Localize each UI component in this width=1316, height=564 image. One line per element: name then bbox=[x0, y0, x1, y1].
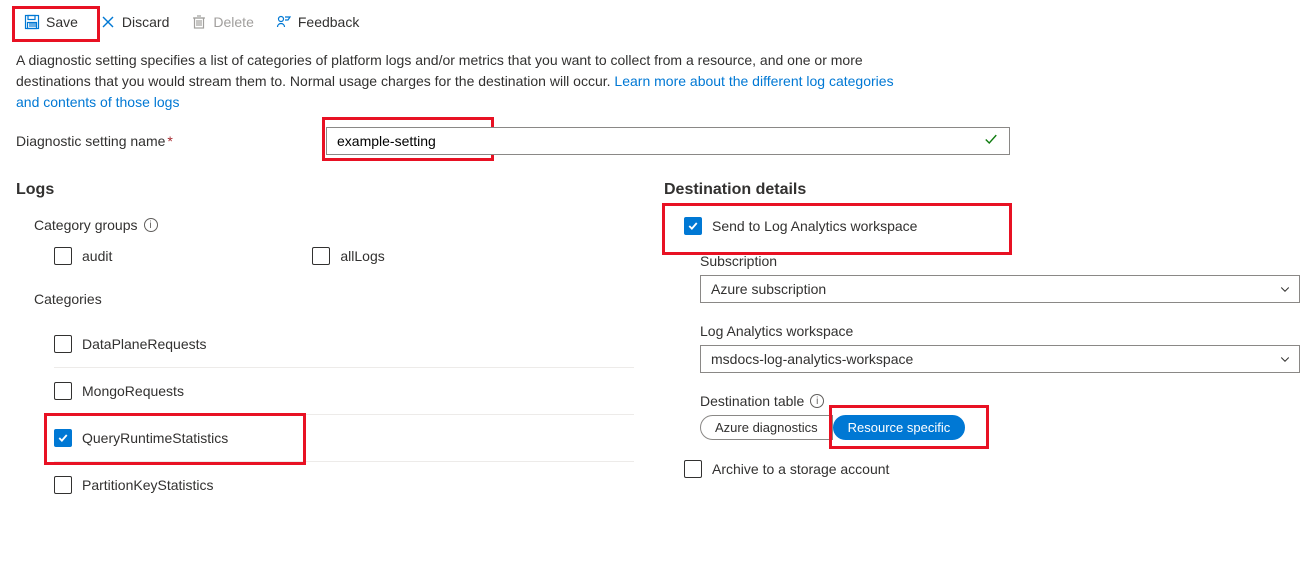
chevron-down-icon bbox=[1279, 283, 1291, 295]
alllogs-checkbox[interactable] bbox=[312, 247, 330, 265]
destination-table-label: Destination table i bbox=[700, 393, 1300, 409]
category-groups-label: Category groups i bbox=[34, 217, 634, 233]
audit-checkbox[interactable] bbox=[54, 247, 72, 265]
alllogs-label: allLogs bbox=[340, 248, 384, 264]
subscription-label: Subscription bbox=[700, 253, 1300, 269]
feedback-icon bbox=[276, 14, 292, 30]
destination-heading: Destination details bbox=[664, 181, 1300, 199]
info-icon[interactable]: i bbox=[810, 394, 824, 408]
dataplane-checkbox[interactable] bbox=[54, 335, 72, 353]
setting-name-input[interactable] bbox=[326, 127, 1010, 155]
discard-button[interactable]: Discard bbox=[92, 10, 177, 34]
partition-checkbox[interactable] bbox=[54, 476, 72, 494]
partition-label: PartitionKeyStatistics bbox=[82, 477, 214, 493]
delete-button: Delete bbox=[183, 10, 261, 34]
archive-checkbox[interactable] bbox=[684, 460, 702, 478]
azure-diagnostics-pill[interactable]: Azure diagnostics bbox=[700, 415, 833, 440]
send-log-analytics-label: Send to Log Analytics workspace bbox=[712, 218, 917, 234]
feedback-label: Feedback bbox=[298, 14, 359, 30]
trash-icon bbox=[191, 14, 207, 30]
workspace-select[interactable]: msdocs-log-analytics-workspace bbox=[700, 345, 1300, 373]
feedback-button[interactable]: Feedback bbox=[268, 10, 367, 34]
dataplane-label: DataPlaneRequests bbox=[82, 336, 207, 352]
valid-check-icon bbox=[984, 133, 998, 150]
workspace-label: Log Analytics workspace bbox=[700, 323, 1300, 339]
categories-label: Categories bbox=[34, 291, 634, 307]
mongo-label: MongoRequests bbox=[82, 383, 184, 399]
save-button[interactable]: Save bbox=[16, 10, 86, 34]
mongo-checkbox[interactable] bbox=[54, 382, 72, 400]
archive-label: Archive to a storage account bbox=[712, 461, 889, 477]
setting-name-label: Diagnostic setting name* bbox=[16, 133, 326, 149]
close-icon bbox=[100, 14, 116, 30]
chevron-down-icon bbox=[1279, 353, 1291, 365]
discard-label: Discard bbox=[122, 14, 169, 30]
resource-specific-pill[interactable]: Resource specific bbox=[833, 415, 966, 440]
query-checkbox[interactable] bbox=[54, 429, 72, 447]
subscription-select[interactable]: Azure subscription bbox=[700, 275, 1300, 303]
logs-heading: Logs bbox=[16, 181, 634, 199]
save-icon bbox=[24, 14, 40, 30]
audit-label: audit bbox=[82, 248, 112, 264]
query-label: QueryRuntimeStatistics bbox=[82, 430, 228, 446]
delete-label: Delete bbox=[213, 14, 253, 30]
save-label: Save bbox=[46, 14, 78, 30]
info-icon[interactable]: i bbox=[144, 218, 158, 232]
send-log-analytics-checkbox[interactable] bbox=[684, 217, 702, 235]
description-text: A diagnostic setting specifies a list of… bbox=[16, 50, 896, 113]
